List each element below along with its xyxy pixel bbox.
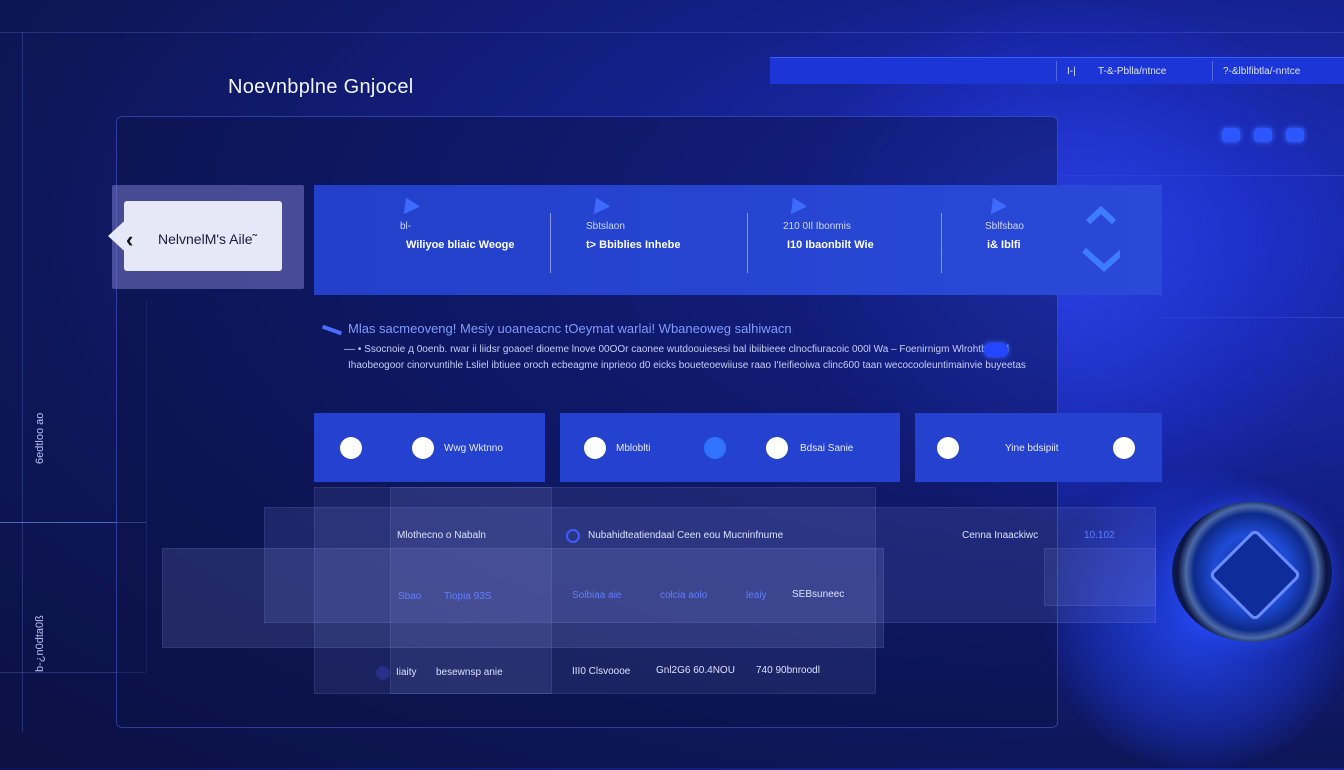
- table-cell: Solbiaa aie: [572, 590, 622, 601]
- toolbar-icons: [1222, 128, 1304, 142]
- feature-tile-2[interactable]: Mbloblti Bdsai Sanie: [560, 413, 900, 482]
- side-label-1: 6edtloo ao: [34, 412, 46, 464]
- table-cell: Sbao: [398, 591, 422, 602]
- table-cell: colcia aolo: [660, 590, 708, 601]
- feature-tile-1[interactable]: Wwg Wktnno: [314, 413, 545, 482]
- bullet-icon: [321, 324, 343, 335]
- table-cell: besewnsp anie: [436, 667, 503, 678]
- side-label-2: b-¿n0dta0ß: [34, 615, 46, 672]
- emblem-badge: [1172, 502, 1332, 642]
- table-cell: Iiaity: [396, 667, 417, 678]
- trend-icon: [587, 193, 611, 215]
- table-cell: Tiopia 93S: [444, 591, 492, 602]
- chevron-down-icon[interactable]: [1080, 244, 1120, 272]
- refresh-icon: [937, 437, 959, 459]
- table-layer-5: [1044, 548, 1156, 606]
- stat-4-value: i& Iblfi: [987, 239, 1021, 251]
- topbar-item-2[interactable]: T-&-Pblla/ntnce: [1088, 61, 1192, 81]
- chevron-left-icon[interactable]: ‹: [126, 227, 133, 253]
- stat-2-caption: Sbtslaon: [586, 221, 625, 232]
- trend-icon: [397, 193, 421, 215]
- link-icon: [766, 437, 788, 459]
- back-card[interactable]: ‹ NelvnelM's Aile˜: [108, 185, 304, 289]
- location-icon: [1113, 437, 1135, 459]
- stat-3-caption: 210 0Il Ibonmis: [783, 221, 851, 232]
- grid-icon[interactable]: [1254, 128, 1272, 142]
- trend-icon: [984, 193, 1008, 215]
- stat-3-value: I10 Ibaonbilt Wie: [787, 239, 874, 251]
- table-cell: leaiy: [746, 590, 767, 601]
- table-cell: III0 Clsvoooe: [572, 666, 631, 677]
- radio-icon[interactable]: [566, 529, 580, 543]
- feature-tile-3[interactable]: Yine bdsipiit: [915, 413, 1162, 482]
- stat-4-caption: Sblfsbao: [985, 221, 1024, 232]
- table-cell: 740 90bnroodl: [756, 665, 820, 676]
- table-header-1: Mlothecno o Nabaln: [397, 530, 486, 541]
- stat-1-value: Wiliyoe bliaic Weoge: [406, 239, 515, 251]
- chevron-up-icon[interactable]: [1084, 204, 1124, 226]
- chat-icon: [584, 437, 606, 459]
- drop-icon: [704, 437, 726, 459]
- table-header-2: Nubahidteatiendaal Ceen eou Mucninfnume: [588, 530, 784, 541]
- topbar-item-3[interactable]: ?-&lblfibtla/-nntce: [1212, 61, 1344, 81]
- stat-1-caption: bl-: [400, 221, 412, 232]
- table-cell: SEBsuneec: [792, 589, 845, 600]
- section-title: Mlas sacmeoveng! Mesiy uoaneacnc tOeymat…: [321, 321, 792, 336]
- stat-1[interactable]: bl- Wiliyoe bliaic Weoge: [314, 185, 550, 295]
- stat-3[interactable]: 210 0Il Ibonmis I10 Ibaonbilt Wie: [747, 185, 941, 295]
- feature-1-label: Wwg Wktnno: [444, 443, 503, 454]
- table-header-3: Cenna Inaackiwc: [962, 530, 1039, 541]
- grid-line-left-v: [22, 32, 23, 732]
- table-header-4: 10.102: [1084, 530, 1115, 541]
- back-label: NelvnelM's Aile˜: [158, 231, 258, 247]
- stat-4[interactable]: Sblfsbao i& Iblfi: [941, 185, 1061, 295]
- stats-strip: bl- Wiliyoe bliaic Weoge Sbtslaon t> Bbi…: [314, 185, 1162, 295]
- settings-icon[interactable]: [1222, 128, 1240, 142]
- user-icon: [412, 437, 434, 459]
- trend-icon: [784, 193, 808, 215]
- stat-2[interactable]: Sbtslaon t> Bbiblies Inhebe: [550, 185, 747, 295]
- shield-icon: [340, 437, 362, 459]
- status-dot-icon: [376, 666, 390, 680]
- toggle-pill-icon[interactable]: [984, 343, 1008, 357]
- feature-4-label: Yine bdsipiit: [1005, 443, 1059, 454]
- stat-2-value: t> Bbiblies Inhebe: [586, 239, 681, 251]
- description-line-2: Ihaobeogoor cinorvuntihle Lsliel ibtiuee…: [348, 360, 1026, 371]
- feature-2-label: Mbloblti: [616, 443, 651, 454]
- chat-icon[interactable]: [1286, 128, 1304, 142]
- app-title: Noevnbplne Gnjocel: [228, 76, 414, 98]
- table-cell: Gnl2G6 60.4NOU: [656, 665, 735, 676]
- top-bar: I-| T-&-Pblla/ntnce ?-&lblfibtla/-nntce: [770, 57, 1344, 84]
- description-line-1: –– • Ssocnoie д 0oenb. rwar ii liidsr go…: [344, 344, 1009, 355]
- feature-3-label: Bdsai Sanie: [800, 443, 854, 454]
- shield-icon: [1208, 528, 1302, 622]
